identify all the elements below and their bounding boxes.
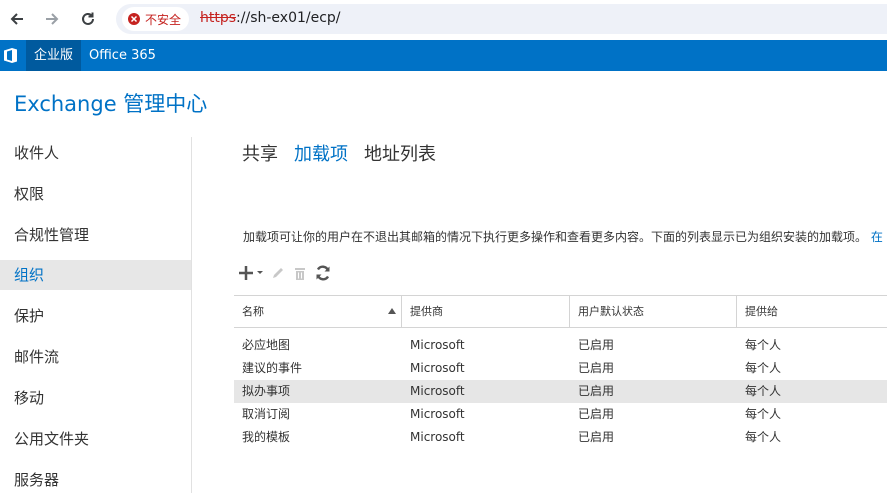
office365-link[interactable]: Office 365 [89,40,156,71]
cell-available-to: 每个人 [745,338,782,352]
nav-item-organization[interactable]: 组织 [0,260,192,290]
security-label: 不安全 [145,12,182,27]
description-body: 加载项可让你的用户在不退出其邮箱的情况下执行更多操作和查看更多内容。下面的列表显… [243,230,868,244]
refresh-button[interactable] [314,264,332,282]
cell-provider: Microsoft [410,361,465,375]
column-header-available-to[interactable]: 提供给 [736,296,887,327]
forward-button[interactable] [41,8,63,30]
cell-available-to: 每个人 [745,430,782,444]
reload-icon [82,12,94,25]
address-bar[interactable]: 不安全 https://sh-ex01/ecp/ [116,4,887,34]
table-row[interactable]: 取消订阅 Microsoft 已启用 每个人 [234,403,887,426]
tab-add-ins[interactable]: 加载项 [294,140,348,166]
table-header: 名称 提供商 用户默认状态 提供给 [234,295,887,328]
cell-provider: Microsoft [410,338,465,352]
action-toolbar [238,264,332,282]
tab-address-lists[interactable]: 地址列表 [364,140,436,166]
nav-divider [191,137,192,493]
nav-item-recipients[interactable]: 收件人 [0,138,192,168]
cell-name: 取消订阅 [242,407,291,421]
table-row[interactable]: 建议的事件 Microsoft 已启用 每个人 [234,357,887,380]
cell-provider: Microsoft [410,384,465,398]
page-title: Exchange 管理中心 [14,92,208,116]
not-secure-icon [128,13,140,25]
url-text[interactable]: https://sh-ex01/ecp/ [200,10,341,26]
back-button[interactable] [6,8,28,30]
delete-icon [295,268,305,280]
cell-name: 必应地图 [242,338,291,352]
cell-available-to: 每个人 [745,407,782,421]
nav-item-mobile[interactable]: 移动 [0,383,192,413]
office-logo-icon[interactable] [4,48,17,63]
cell-available-to: 每个人 [745,361,782,375]
cell-provider: Microsoft [410,407,465,421]
edit-icon [273,268,283,278]
table-row-selected[interactable]: 拟办事项 Microsoft 已启用 每个人 [234,380,887,403]
office-navbar: 企业版 Office 365 [0,40,887,71]
table-row[interactable]: 必应地图 Microsoft 已启用 每个人 [234,334,887,357]
back-arrow-icon [10,13,23,25]
nav-item-public-folders[interactable]: 公用文件夹 [0,424,192,454]
cell-provider: Microsoft [410,430,465,444]
cell-status: 已启用 [578,338,615,352]
refresh-icon [316,265,330,281]
browser-toolbar: 不安全 https://sh-ex01/ecp/ [0,0,887,40]
cell-status: 已启用 [578,361,615,375]
column-header-name[interactable]: 名称 [234,296,401,327]
nav-item-servers[interactable]: 服务器 [0,465,192,495]
cell-status: 已启用 [578,430,615,444]
add-ins-table: 名称 提供商 用户默认状态 提供给 必应地图 Microsoft 已启用 每个人… [234,295,887,449]
tab-sharing[interactable]: 共享 [242,140,278,166]
sub-tabs: 共享 加载项 地址列表 [242,140,436,166]
left-navigation: 收件人 权限 合规性管理 组织 保护 邮件流 移动 公用文件夹 服务器 [0,132,192,493]
cell-status: 已启用 [578,407,615,421]
table-row[interactable]: 我的模板 Microsoft 已启用 每个人 [234,426,887,449]
url-rest: ://sh-ex01/ecp/ [236,10,341,26]
edit-button[interactable] [270,265,286,281]
cell-name: 拟办事项 [242,384,291,398]
sort-ascending-icon [388,308,396,314]
forward-arrow-icon [46,13,59,25]
nav-item-mail-flow[interactable]: 邮件流 [0,342,192,372]
add-icon [239,266,263,280]
url-scheme: https [200,10,237,26]
table-body: 必应地图 Microsoft 已启用 每个人 建议的事件 Microsoft 已… [234,334,887,449]
nav-item-compliance[interactable]: 合规性管理 [0,220,192,250]
edition-link[interactable]: 企业版 [26,40,82,71]
column-header-provider[interactable]: 提供商 [401,296,569,327]
description-text: 加载项可让你的用户在不退出其邮箱的情况下执行更多操作和查看更多内容。下面的列表显… [243,228,883,245]
cell-status: 已启用 [578,384,615,398]
nav-item-protection[interactable]: 保护 [0,301,192,331]
column-header-default-state[interactable]: 用户默认状态 [569,296,736,327]
cell-name: 我的模板 [242,430,291,444]
nav-item-permissions[interactable]: 权限 [0,179,192,209]
add-button[interactable] [238,265,264,281]
delete-button[interactable] [292,265,308,281]
cell-available-to: 每个人 [745,384,782,398]
reload-button[interactable] [77,8,99,30]
security-chip[interactable]: 不安全 [122,7,190,31]
column-header-name-label: 名称 [242,305,264,318]
description-link[interactable]: 在 [871,230,883,244]
cell-name: 建议的事件 [242,361,303,375]
